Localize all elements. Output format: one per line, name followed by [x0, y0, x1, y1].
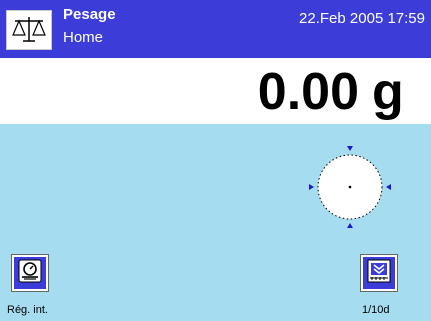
weight-display: 0.00 g [0, 58, 431, 124]
date-time: 22.Feb 2005 17:59 [299, 10, 425, 27]
level-bubble-center [348, 185, 352, 189]
level-indicator [309, 146, 391, 228]
level-marker-left [309, 184, 314, 190]
weight-unit[interactable]: g [372, 64, 404, 120]
internal-calibration-button[interactable] [12, 255, 48, 291]
internal-calibration-label: Rég. int. [7, 304, 48, 316]
level-marker-right [386, 184, 391, 190]
level-marker-top [347, 146, 353, 151]
readability-icon [366, 258, 392, 289]
level-marker-bottom [347, 223, 353, 228]
internal-calibration-icon [17, 258, 43, 289]
application-title: Pesage [63, 6, 116, 23]
weight-value: 0.00 [257, 63, 359, 121]
balance-scale-icon[interactable] [6, 10, 52, 50]
user-profile-label: Home [63, 29, 104, 46]
title-bar: Pesage Home 22.Feb 2005 17:59 [0, 0, 431, 58]
readability-label: 1/10d [362, 304, 390, 316]
working-area [0, 124, 431, 321]
readability-button[interactable] [361, 255, 397, 291]
